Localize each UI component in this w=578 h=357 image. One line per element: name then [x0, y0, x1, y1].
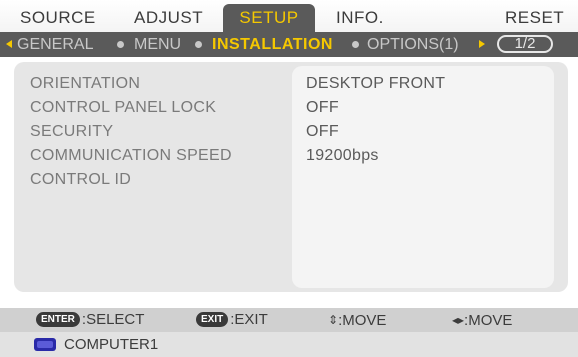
setting-value-communication-speed: 19200bps [306, 147, 379, 164]
help-move-vertical: ⇕:MOVE [328, 308, 386, 332]
status-bar: COMPUTER1 [0, 332, 578, 357]
help-move-horizontal-text: :MOVE [464, 312, 513, 329]
subtab-menu[interactable]: MENU [134, 32, 181, 57]
subtab-installation[interactable]: INSTALLATION [212, 32, 333, 57]
setting-value-security: OFF [306, 123, 339, 140]
tab-info[interactable]: INFO. [336, 4, 384, 32]
settings-panel: ORIENTATION CONTROL PANEL LOCK SECURITY … [14, 62, 568, 292]
separator-dot-icon [352, 41, 359, 48]
separator-dot-icon [117, 41, 124, 48]
setting-value-control-id [306, 168, 445, 192]
subtab-options1[interactable]: OPTIONS(1) [367, 32, 459, 57]
settings-values-box: DESKTOP FRONT OFF OFF 19200bps [292, 66, 554, 288]
setting-label-orientation[interactable]: ORIENTATION [30, 72, 232, 96]
setting-label-control-panel-lock[interactable]: CONTROL PANEL LOCK [30, 96, 232, 120]
help-exit: EXIT:EXIT [196, 308, 268, 332]
setting-label-security[interactable]: SECURITY [30, 120, 232, 144]
setting-value-control-panel-lock: OFF [306, 99, 339, 116]
setting-label-control-id[interactable]: CONTROL ID [30, 168, 232, 192]
tab-adjust[interactable]: ADJUST [134, 4, 203, 32]
page-indicator: 1/2 [497, 35, 553, 53]
settings-values: DESKTOP FRONT OFF OFF 19200bps [306, 72, 445, 192]
tab-reset[interactable]: RESET [505, 4, 564, 32]
sub-tab-bar: GENERAL MENU INSTALLATION OPTIONS(1) 1/2 [0, 32, 578, 57]
help-move-vertical-text: :MOVE [338, 312, 387, 329]
left-right-arrow-icon: ◂▸ [452, 313, 465, 327]
up-down-arrow-icon: ⇕ [328, 313, 339, 327]
subtab-general[interactable]: GENERAL [17, 32, 93, 57]
help-select-text: :SELECT [81, 311, 145, 328]
setting-value-orientation: DESKTOP FRONT [306, 75, 446, 92]
osd-menu: SOURCE ADJUST SETUP INFO. RESET GENERAL … [0, 0, 578, 357]
help-select: ENTER:SELECT [36, 308, 144, 332]
separator-dot-icon [195, 41, 202, 48]
setting-label-communication-speed[interactable]: COMMUNICATION SPEED [30, 144, 232, 168]
input-source-label: COMPUTER1 [64, 336, 159, 353]
help-exit-text: :EXIT [230, 311, 268, 328]
tab-setup[interactable]: SETUP [223, 4, 315, 32]
computer-source-icon [34, 338, 56, 351]
help-move-horizontal: ◂▸:MOVE [452, 308, 512, 332]
tab-source[interactable]: SOURCE [20, 4, 96, 32]
enter-key-icon: ENTER [36, 312, 80, 327]
arrow-left-icon[interactable] [6, 40, 12, 48]
settings-labels: ORIENTATION CONTROL PANEL LOCK SECURITY … [30, 72, 232, 192]
arrow-right-icon[interactable] [479, 40, 485, 48]
exit-key-icon: EXIT [196, 312, 229, 327]
help-bar: ENTER:SELECT EXIT:EXIT ⇕:MOVE ◂▸:MOVE [0, 308, 578, 332]
main-tab-bar: SOURCE ADJUST SETUP INFO. RESET [0, 0, 578, 32]
